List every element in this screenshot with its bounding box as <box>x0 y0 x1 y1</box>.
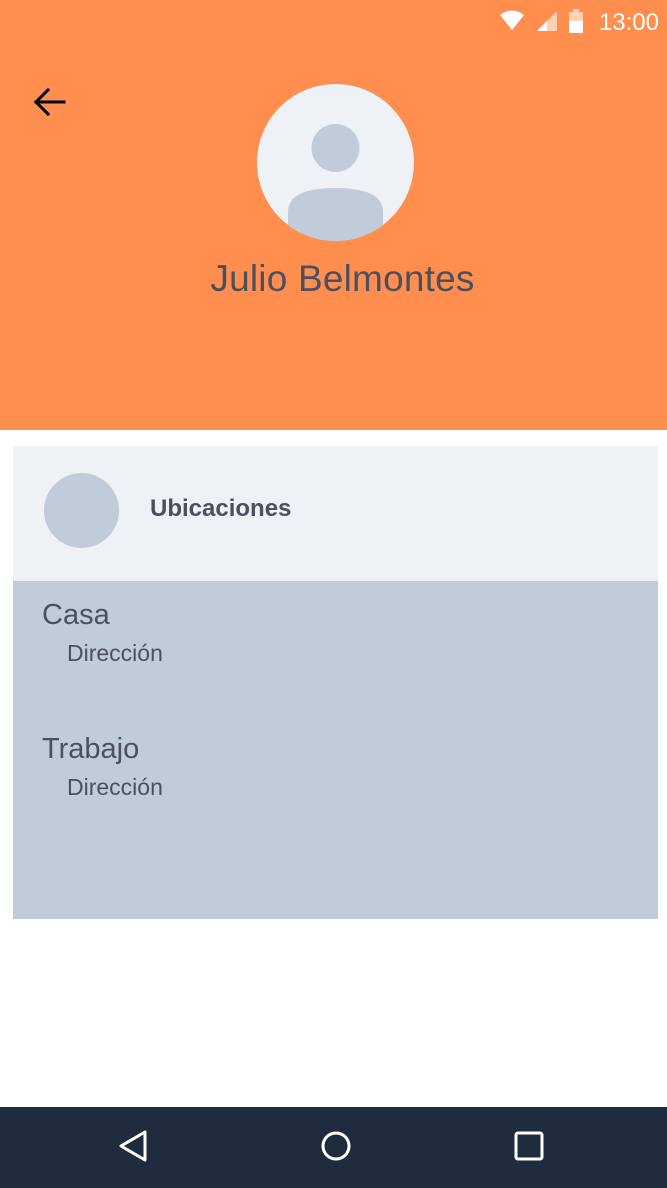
back-button[interactable] <box>26 84 72 124</box>
user-icon <box>257 84 414 241</box>
battery-icon <box>568 8 583 38</box>
location-address: Dirección <box>67 774 163 800</box>
status-bar: 13:00 <box>499 8 659 38</box>
status-time: 13:00 <box>598 9 659 36</box>
location-item-trabajo[interactable]: Trabajo Dirección <box>42 732 622 800</box>
location-name: Trabajo <box>42 733 140 765</box>
location-address: Dirección <box>67 640 163 666</box>
location-item-casa[interactable]: Casa Dirección <box>42 598 622 666</box>
profile-name: Julio Belmontes <box>210 258 475 299</box>
wifi-icon <box>499 10 525 37</box>
system-nav-bar <box>0 1107 667 1188</box>
nav-back-button[interactable] <box>108 1125 158 1171</box>
back-triangle-icon <box>117 1129 149 1168</box>
location-name: Casa <box>42 599 110 631</box>
nav-home-button[interactable] <box>311 1125 361 1171</box>
profile-avatar <box>257 84 414 241</box>
recents-square-icon <box>514 1131 544 1166</box>
locations-card-header: Ubicaciones <box>13 446 658 581</box>
arrow-left-icon <box>32 87 66 122</box>
home-circle-icon <box>320 1130 352 1167</box>
profile-header: 13:00 Julio Belmontes <box>0 0 667 430</box>
locations-title: Ubicaciones <box>150 495 292 522</box>
nav-recents-button[interactable] <box>504 1125 554 1171</box>
signal-icon <box>536 10 557 36</box>
locations-avatar <box>44 473 119 548</box>
locations-card: Ubicaciones Casa Dirección Trabajo Direc… <box>13 446 658 919</box>
